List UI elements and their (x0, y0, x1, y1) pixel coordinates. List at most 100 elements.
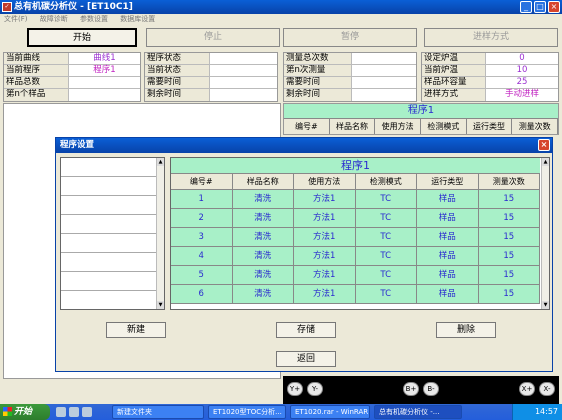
task-new-folder[interactable]: 新建文件夹 (112, 405, 204, 419)
start-label: 开始 (14, 407, 33, 417)
table-cell[interactable]: 清洗 (233, 209, 294, 227)
table-cell[interactable]: 6 (171, 285, 233, 303)
table-scrollbar[interactable]: ▲ ▼ (541, 158, 549, 309)
status-value: 25 (486, 77, 558, 88)
b-zoom-out-button[interactable]: B- (423, 382, 439, 396)
table-cell[interactable]: TC (356, 285, 417, 303)
status-value (210, 89, 277, 101)
list-item[interactable] (61, 215, 156, 234)
list-item[interactable] (61, 253, 156, 272)
table-cell[interactable]: TC (356, 247, 417, 265)
table-row[interactable]: 1 清洗 方法1 TC 样品 15 (171, 190, 540, 209)
y-zoom-in-button[interactable]: Y+ (287, 382, 303, 396)
table-cell[interactable]: 样品 (417, 209, 479, 227)
table-row[interactable]: 3 清洗 方法1 TC 样品 15 (171, 228, 540, 247)
start-button-taskbar[interactable]: 开始 (0, 404, 50, 420)
quick-launch-icon[interactable] (69, 407, 79, 417)
table-cell[interactable]: 方法1 (294, 285, 356, 303)
table-cell[interactable]: 样品 (417, 190, 479, 208)
pause-button[interactable]: 暂停 (283, 28, 417, 47)
task-toc-analyzer[interactable]: 总有机碳分析仪 -... (374, 405, 462, 419)
save-button[interactable]: 存储 (276, 322, 336, 338)
table-row[interactable]: 5 清洗 方法1 TC 样品 15 (171, 266, 540, 285)
table-cell[interactable]: 样品 (417, 247, 479, 265)
table-cell[interactable]: TC (356, 228, 417, 246)
minimize-button[interactable]: _ (520, 1, 532, 13)
table-cell[interactable]: 清洗 (233, 228, 294, 246)
table-cell[interactable]: 样品 (417, 285, 479, 303)
task-toc-analyzer-doc[interactable]: ET1020型TOC分析... (208, 405, 286, 419)
status-value (352, 53, 416, 64)
table-cell[interactable]: 清洗 (233, 247, 294, 265)
list-item[interactable] (61, 177, 156, 196)
back-button[interactable]: 返回 (276, 351, 336, 367)
table-cell[interactable]: 4 (171, 247, 233, 265)
toolbar: 开始 停止 暂停 进样方式 (0, 26, 562, 50)
table-cell[interactable]: 2 (171, 209, 233, 227)
windows-logo-icon (3, 407, 12, 416)
scroll-up-icon[interactable]: ▲ (542, 158, 549, 166)
table-row[interactable]: 6 清洗 方法1 TC 样品 15 (171, 285, 540, 304)
quick-launch-icon[interactable] (82, 407, 92, 417)
menu-file[interactable]: 文件(F) (4, 15, 28, 23)
close-button[interactable]: × (548, 1, 560, 13)
list-item[interactable] (61, 234, 156, 253)
table-cell[interactable]: 清洗 (233, 190, 294, 208)
delete-button[interactable]: 删除 (436, 322, 496, 338)
table-row[interactable]: 2 清洗 方法1 TC 样品 15 (171, 209, 540, 228)
table-cell[interactable]: 方法1 (294, 209, 356, 227)
status-value (210, 77, 277, 88)
table-cell[interactable]: 方法1 (294, 247, 356, 265)
table-cell[interactable]: 方法1 (294, 190, 356, 208)
program-list[interactable]: ▲ ▼ (60, 157, 165, 310)
column-header: 检测模式 (421, 119, 467, 134)
menu-parameters[interactable]: 参数设置 (80, 15, 108, 23)
y-zoom-out-button[interactable]: Y- (307, 382, 323, 396)
task-winrar[interactable]: ET1020.rar - WinRAR (290, 405, 370, 419)
inject-mode-button[interactable]: 进样方式 (424, 28, 558, 47)
table-cell[interactable]: 清洗 (233, 266, 294, 284)
program-title: 程序1 (284, 104, 558, 118)
table-cell[interactable]: 5 (171, 266, 233, 284)
table-cell[interactable]: 15 (479, 190, 540, 208)
table-cell[interactable]: 15 (479, 228, 540, 246)
list-item[interactable] (61, 158, 156, 177)
table-cell[interactable]: TC (356, 266, 417, 284)
table-row[interactable]: 4 清洗 方法1 TC 样品 15 (171, 247, 540, 266)
table-cell[interactable]: 15 (479, 266, 540, 284)
signal-graph: Y+ Y- B+ B- X+ X- (283, 376, 559, 404)
scroll-down-icon[interactable]: ▼ (542, 301, 549, 309)
start-button[interactable]: 开始 (27, 28, 137, 47)
table-cell[interactable]: 15 (479, 285, 540, 303)
column-header: 运行类型 (466, 119, 513, 134)
scroll-up-icon[interactable]: ▲ (157, 158, 164, 166)
b-zoom-in-button[interactable]: B+ (403, 382, 419, 396)
table-cell[interactable]: 方法1 (294, 266, 356, 284)
status-label: 剩余时间 (145, 89, 210, 101)
table-cell[interactable]: 15 (479, 247, 540, 265)
new-button[interactable]: 新建 (106, 322, 166, 338)
stop-button[interactable]: 停止 (146, 28, 280, 47)
table-cell[interactable]: 15 (479, 209, 540, 227)
dialog-close-button[interactable]: × (538, 139, 550, 151)
x-zoom-in-button[interactable]: X+ (519, 382, 535, 396)
menu-diagnostics[interactable]: 故障诊断 (40, 15, 68, 23)
list-item[interactable] (61, 196, 156, 215)
status-value (210, 53, 277, 64)
list-scrollbar[interactable]: ▲ ▼ (156, 158, 164, 309)
quick-launch-icon[interactable] (56, 407, 66, 417)
menu-database[interactable]: 数据库设置 (120, 15, 155, 23)
table-cell[interactable]: 3 (171, 228, 233, 246)
table-cell[interactable]: 样品 (417, 228, 479, 246)
table-cell[interactable]: 方法1 (294, 228, 356, 246)
list-item[interactable] (61, 272, 156, 291)
maximize-button[interactable]: □ (534, 1, 546, 13)
status-label: 需要时间 (145, 77, 210, 88)
table-cell[interactable]: TC (356, 190, 417, 208)
table-cell[interactable]: TC (356, 209, 417, 227)
table-cell[interactable]: 1 (171, 190, 233, 208)
table-cell[interactable]: 样品 (417, 266, 479, 284)
scroll-down-icon[interactable]: ▼ (157, 301, 164, 309)
table-cell[interactable]: 清洗 (233, 285, 294, 303)
x-zoom-out-button[interactable]: X- (539, 382, 555, 396)
